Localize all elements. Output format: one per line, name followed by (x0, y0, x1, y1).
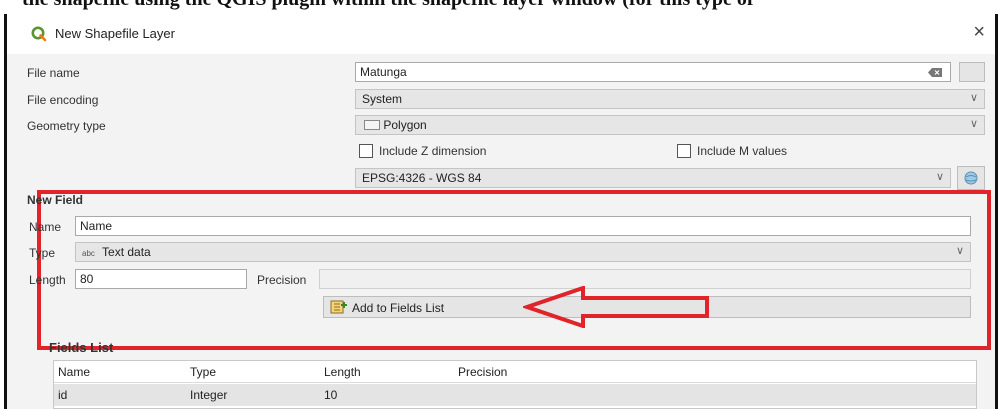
field-length-label: Length (29, 273, 66, 287)
field-precision-label: Precision (257, 273, 307, 287)
include-z-checkbox[interactable] (359, 144, 373, 158)
geometry-type-select[interactable]: Polygon ∨ (355, 115, 985, 135)
include-m-label: Include M values (697, 144, 788, 158)
chevron-down-icon: ∨ (955, 245, 964, 257)
crs-value: EPSG:4326 - WGS 84 (362, 171, 482, 185)
field-length-input[interactable]: 80 (75, 269, 247, 289)
new-field-title: New Field (27, 193, 84, 207)
clear-text-icon[interactable] (928, 68, 942, 77)
column-header-type[interactable]: Type (190, 365, 216, 379)
browse-icon[interactable] (959, 62, 985, 82)
include-z-label: Include Z dimension (379, 144, 487, 158)
column-header-length[interactable]: Length (324, 365, 361, 379)
red-arrow-annotation (523, 286, 709, 328)
geometry-type-value: Polygon (383, 118, 427, 132)
fields-list-header: Name Type Length Precision (54, 361, 976, 383)
add-to-fields-list-label: Add to Fields List (352, 301, 445, 315)
fields-list-table[interactable]: Name Type Length Precision id Integer 10 (53, 360, 977, 409)
cropped-document-text: the shapefile using the QGIS plugin with… (0, 0, 1002, 14)
chevron-down-icon: ∨ (935, 171, 944, 183)
field-name-label: Name (29, 220, 62, 234)
chevron-down-icon: ∨ (969, 118, 978, 130)
crs-select-icon[interactable] (957, 166, 985, 190)
file-name-label: File name (27, 66, 80, 80)
geometry-type-label: Geometry type (27, 119, 106, 133)
dialog-title: New Shapefile Layer (55, 26, 175, 41)
new-shapefile-dialog: New Shapefile Layer × File name Matunga … (4, 14, 998, 409)
dialog-titlebar: New Shapefile Layer × (7, 14, 995, 54)
include-m-checkbox[interactable] (677, 144, 691, 158)
field-type-select[interactable]: abc Text data ∨ (75, 242, 971, 262)
text-data-icon: abc (82, 249, 95, 258)
field-type-value: Text data (102, 245, 151, 259)
new-field-group: New Field Name Name Type abc Text data ∨… (27, 190, 991, 350)
crs-select[interactable]: EPSG:4326 - WGS 84 ∨ (355, 168, 951, 188)
polygon-icon (364, 120, 380, 130)
add-fields-icon (330, 300, 347, 314)
field-length-value: 80 (80, 272, 94, 286)
field-name-value: Name (80, 219, 113, 233)
chevron-down-icon: ∨ (969, 92, 978, 104)
row-length-cell: 10 (324, 388, 338, 402)
field-type-label: Type (29, 246, 56, 260)
table-row[interactable]: id Integer 10 (54, 384, 976, 406)
fields-list-title: Fields List (49, 340, 114, 355)
qgis-logo-icon (31, 26, 47, 42)
close-icon[interactable]: × (973, 22, 985, 42)
column-header-name[interactable]: Name (58, 365, 90, 379)
file-encoding-select[interactable]: System ∨ (355, 89, 985, 109)
file-encoding-label: File encoding (27, 93, 99, 107)
file-name-value: Matunga (360, 65, 407, 79)
column-header-precision[interactable]: Precision (458, 365, 507, 379)
field-name-input[interactable]: Name (75, 216, 971, 236)
row-type-cell: Integer (190, 388, 228, 402)
file-encoding-value: System (362, 92, 403, 106)
file-name-input[interactable]: Matunga (355, 62, 951, 82)
row-name-cell: id (58, 388, 68, 402)
